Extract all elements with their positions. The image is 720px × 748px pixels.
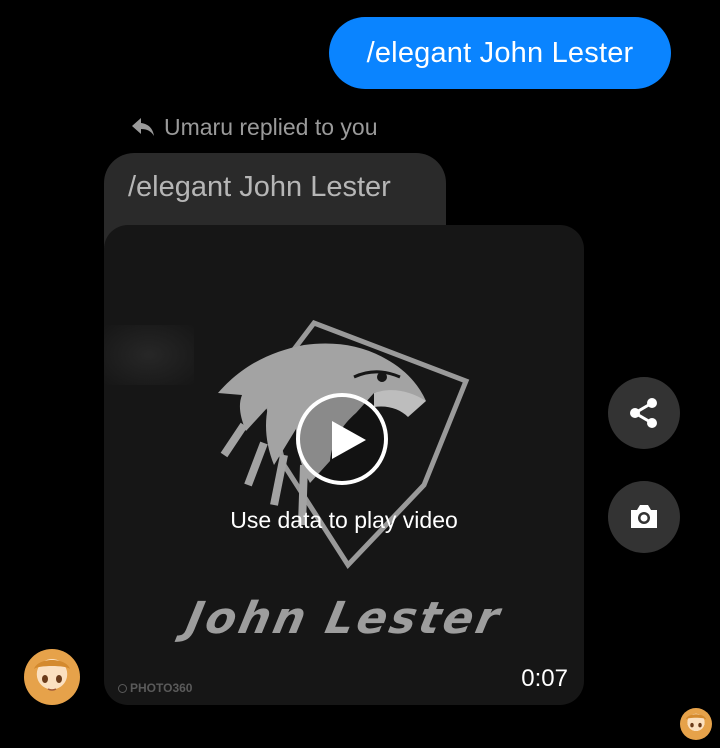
- camera-button[interactable]: [608, 481, 680, 553]
- share-icon: [630, 398, 657, 428]
- watermark: PHOTO360: [118, 681, 192, 695]
- avatar-face-icon: [34, 660, 70, 691]
- play-icon: [332, 421, 366, 459]
- sent-message-text: /elegant John Lester: [366, 36, 634, 69]
- reply-arrow-icon: [132, 118, 154, 136]
- video-duration: 0:07: [521, 665, 568, 692]
- video-glow: [104, 325, 194, 385]
- reply-indicator: Umaru replied to you: [130, 112, 378, 142]
- reply-indicator-text: Umaru replied to you: [164, 113, 378, 140]
- avatar-face-icon: [685, 714, 707, 728]
- video-brand-text: John Lester: [181, 593, 507, 644]
- read-receipt-avatar: [680, 708, 712, 740]
- quoted-message-text: /elegant John Lester: [128, 171, 391, 203]
- play-button[interactable]: [296, 393, 388, 485]
- watermark-text: PHOTO360: [130, 681, 193, 695]
- video-attachment[interactable]: John Lester Use data to play video PHOTO…: [104, 225, 584, 705]
- share-button[interactable]: [608, 377, 680, 449]
- sent-message-bubble[interactable]: /elegant John Lester: [329, 17, 671, 89]
- play-caption: Use data to play video: [230, 507, 458, 533]
- sender-avatar[interactable]: [24, 649, 80, 705]
- watermark-logo-icon: [118, 683, 127, 693]
- camera-icon: [631, 505, 657, 528]
